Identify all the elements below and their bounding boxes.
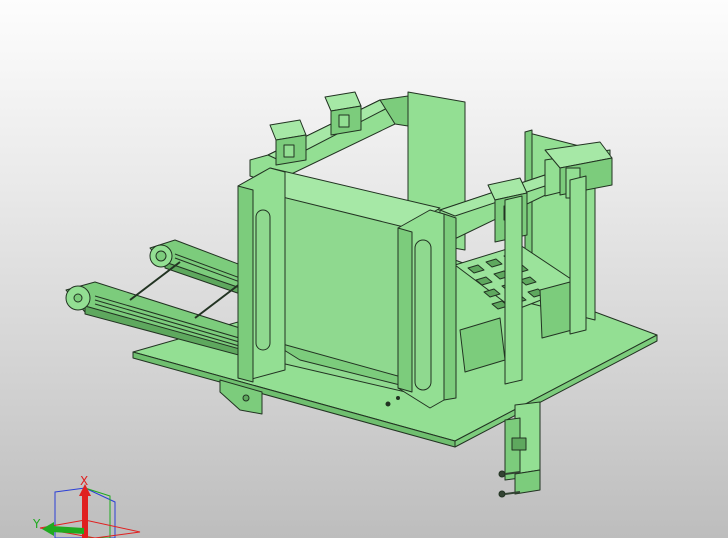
plate-hole-1 (385, 401, 391, 407)
y-axis-arrowhead (42, 522, 54, 536)
right-side-panel-face (397, 227, 413, 393)
right-panel-slot (414, 239, 432, 391)
axis-orientation-triad: X Y (32, 474, 141, 538)
right-post-front (504, 195, 523, 385)
x-axis-label: X (80, 474, 88, 488)
machine-assembly-model[interactable] (0, 0, 728, 538)
bracket-hole (242, 394, 250, 402)
cad-3d-viewport[interactable]: X Y (0, 0, 728, 538)
plate-hole-2 (396, 396, 400, 400)
left-side-panel-face (237, 185, 254, 383)
right-post-rear (569, 175, 587, 335)
y-axis-label: Y (32, 517, 41, 531)
y-axis-shaft (52, 526, 84, 534)
left-panel-slot (255, 209, 271, 351)
side-rail (443, 213, 457, 401)
